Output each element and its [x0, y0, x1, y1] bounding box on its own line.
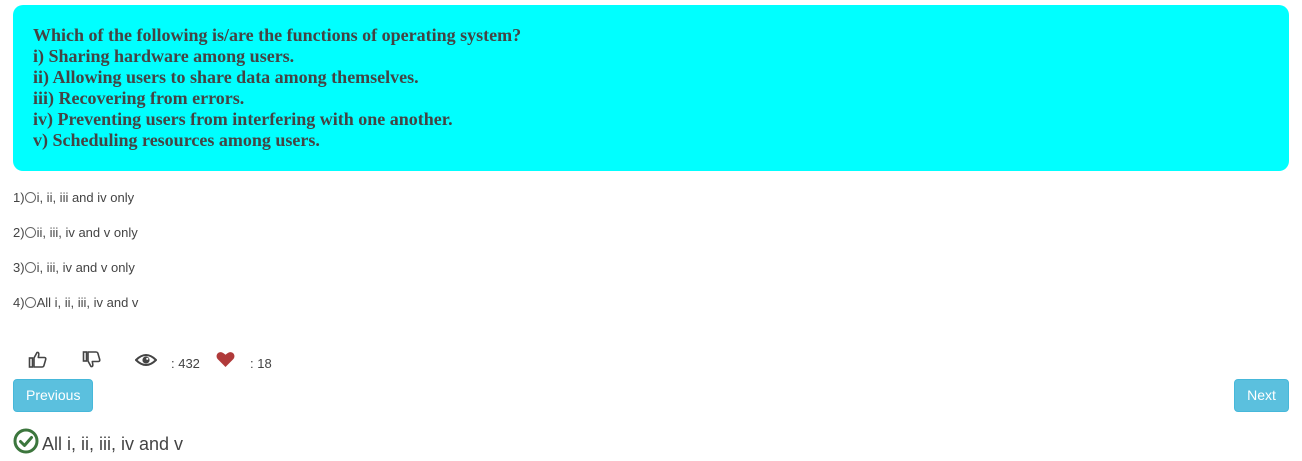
- option-number: 2): [13, 225, 25, 240]
- option-2[interactable]: 2) ii, iii, iv and v only: [13, 225, 138, 241]
- thumbs-down-icon[interactable]: [82, 350, 102, 375]
- option-number: 1): [13, 190, 25, 205]
- option-label[interactable]: i, ii, iii and iv only: [37, 190, 135, 206]
- question-statement-4: iv) Preventing users from interfering wi…: [33, 109, 453, 129]
- option-4[interactable]: 4) All i, ii, iii, iv and v: [13, 295, 138, 311]
- heart-icon[interactable]: [216, 351, 235, 373]
- option-radio[interactable]: [24, 296, 36, 308]
- option-label[interactable]: i, iii, iv and v only: [37, 260, 135, 276]
- option-radio[interactable]: [24, 226, 36, 238]
- option-radio[interactable]: [24, 191, 36, 203]
- correct-answer: All i, ii, iii, iv and v: [13, 428, 183, 459]
- stats-bar: : 432 : 18: [28, 350, 328, 372]
- eye-icon: [134, 352, 158, 373]
- option-label[interactable]: ii, iii, iv and v only: [37, 225, 138, 241]
- question-statement-2: ii) Allowing users to share data among t…: [33, 67, 419, 87]
- question-text: Which of the following is/are the functi…: [33, 25, 522, 45]
- thumbs-up-icon[interactable]: [28, 350, 48, 375]
- previous-button[interactable]: Previous: [13, 379, 93, 412]
- question-statement-1: i) Sharing hardware among users.: [33, 46, 295, 66]
- option-number: 3): [13, 260, 25, 275]
- option-label[interactable]: All i, ii, iii, iv and v: [37, 295, 139, 311]
- question-statement-3: iii) Recovering from errors.: [33, 88, 245, 108]
- next-button[interactable]: Next: [1234, 379, 1289, 412]
- option-radio[interactable]: [24, 261, 36, 273]
- option-number: 4): [13, 295, 25, 310]
- view-count: : 432: [171, 356, 200, 371]
- answer-text: All i, ii, iii, iv and v: [42, 433, 184, 454]
- question-box: Which of the following is/are the functi…: [13, 5, 1289, 171]
- option-1[interactable]: 1) i, ii, iii and iv only: [13, 190, 134, 206]
- option-3[interactable]: 3) i, iii, iv and v only: [13, 260, 135, 276]
- question-statement-5: v) Scheduling resources among users.: [33, 130, 320, 150]
- like-count: : 18: [250, 356, 272, 371]
- check-circle-icon: [13, 428, 39, 459]
